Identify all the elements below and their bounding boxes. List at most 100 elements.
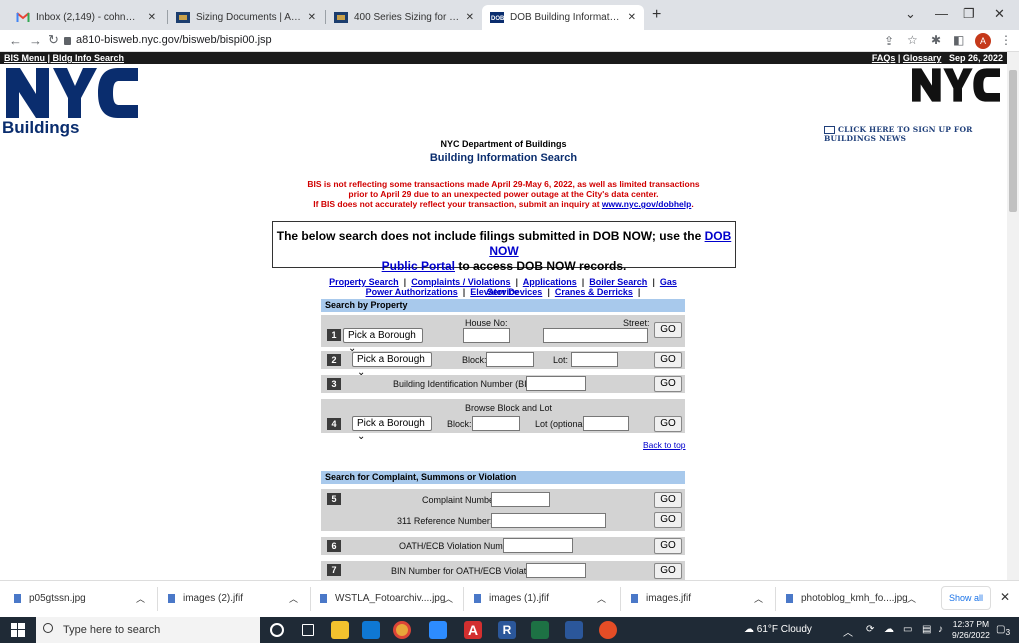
onedrive-icon[interactable]: ☁	[884, 624, 894, 635]
chevron-up-icon[interactable]: ︿	[907, 592, 916, 605]
share-icon[interactable]: ⇪	[884, 34, 894, 48]
boiler-search-link[interactable]: Boiler Search	[589, 277, 647, 287]
ref311-input[interactable]	[491, 513, 606, 528]
nyc-logo[interactable]	[6, 68, 144, 118]
reload-button[interactable]: ↻	[48, 32, 59, 48]
glossary-link[interactable]: Glossary	[903, 53, 942, 63]
chevron-up-icon[interactable]: ︿	[597, 592, 606, 605]
bookmark-star-icon[interactable]: ☆	[907, 33, 918, 47]
row-number: 2	[327, 354, 341, 366]
download-item[interactable]: photoblog_kmh_fo....jpg	[786, 593, 908, 604]
close-icon[interactable]: ✕	[308, 12, 316, 23]
close-icon[interactable]: ✕	[466, 12, 474, 23]
word-icon[interactable]	[565, 621, 583, 639]
power-auth-link[interactable]: Power Authorizations	[366, 287, 458, 297]
dobnow-text-2: to access DOB NOW records.	[454, 259, 627, 273]
taskbar-search[interactable]: Type here to search	[36, 617, 260, 643]
show-all-button[interactable]: Show all	[941, 586, 991, 610]
forward-button[interactable]: →	[29, 33, 42, 48]
zoom-icon[interactable]	[429, 621, 447, 639]
new-tab-button[interactable]: +	[652, 6, 661, 24]
dobhelp-link[interactable]: www.nyc.gov/dobhelp	[602, 199, 691, 209]
sidebar-icon[interactable]: ◧	[953, 33, 964, 47]
bin-oath-input[interactable]	[526, 563, 586, 578]
public-portal-link[interactable]: Public Portal	[382, 259, 455, 273]
lot-input[interactable]	[571, 352, 618, 367]
oath-violation-input[interactable]	[503, 538, 573, 553]
applications-link[interactable]: Applications	[523, 277, 577, 287]
borough-select[interactable]: Pick a Borough ⌄	[352, 416, 432, 442]
sync-icon[interactable]: ⟳	[866, 624, 874, 635]
close-icon[interactable]: ✕	[628, 12, 636, 23]
go-button[interactable]: GO	[654, 538, 682, 554]
remote-icon[interactable]: R	[498, 621, 516, 639]
lot-optional-label: Lot (optional):	[535, 419, 591, 429]
download-item[interactable]: WSTLA_Fotoarchiv....jpg	[320, 593, 445, 604]
borough-select[interactable]: Pick a Borough ⌄	[343, 328, 423, 354]
profile-avatar[interactable]: A	[975, 33, 991, 49]
download-item[interactable]: images (1).jfif	[474, 593, 549, 604]
house-no-input[interactable]	[463, 328, 510, 343]
download-item[interactable]: images (2).jfif	[168, 593, 243, 604]
display-icon[interactable]: ▭	[903, 624, 912, 635]
weather-widget[interactable]: ☁ 61°F Cloudy	[744, 624, 812, 635]
cortana-icon[interactable]	[270, 623, 284, 637]
excel-icon[interactable]	[531, 621, 549, 639]
faqs-link[interactable]: FAQs	[872, 53, 896, 63]
file-explorer-icon[interactable]	[331, 621, 349, 639]
tab-search-button[interactable]: ⌄	[905, 6, 916, 22]
tab-400-series[interactable]: 400 Series Sizing for Casement & ✕	[326, 5, 482, 30]
tab-gmail[interactable]: Inbox (2,149) - cohn@cb8m.com ✕	[8, 5, 164, 30]
complaints-link[interactable]: Complaints / Violations	[411, 277, 510, 287]
minimize-button[interactable]: —	[935, 6, 948, 21]
notification-icon[interactable]: ▢3	[996, 624, 1010, 637]
tab-sizing-documents[interactable]: Sizing Documents | Andersen Wi ✕	[168, 5, 324, 30]
borough-select[interactable]: Pick a Borough ⌄	[352, 352, 432, 378]
block-input[interactable]	[486, 352, 534, 367]
go-button[interactable]: GO	[654, 322, 682, 338]
chevron-up-icon[interactable]: ︿	[444, 592, 453, 605]
lot-input[interactable]	[583, 416, 629, 431]
menu-icon[interactable]: ⋮	[1000, 33, 1012, 47]
task-view-icon[interactable]	[302, 624, 314, 636]
go-button[interactable]: GO	[654, 563, 682, 579]
system-clock[interactable]: 12:37 PM 9/26/2022	[952, 619, 990, 641]
go-button[interactable]: GO	[654, 376, 682, 392]
elevator-link[interactable]: Elevator Devices	[470, 287, 542, 297]
extensions-icon[interactable]: ✱	[931, 33, 941, 47]
window-close-button[interactable]: ✕	[994, 6, 1005, 22]
tray-chevron-icon[interactable]: ︿	[843, 624, 853, 639]
go-button[interactable]: GO	[654, 352, 682, 368]
acrobat-icon[interactable]: A	[464, 621, 482, 639]
url-field[interactable]: a810-bisweb.nyc.gov/bisweb/bispi00.jsp	[76, 34, 272, 46]
outlook-icon[interactable]	[362, 621, 380, 639]
property-search-link[interactable]: Property Search	[329, 277, 399, 287]
go-button[interactable]: GO	[654, 416, 682, 432]
row-number: 4	[327, 418, 341, 430]
bin-input[interactable]	[526, 376, 586, 391]
maximize-button[interactable]: ❐	[963, 6, 975, 22]
close-icon[interactable]: ✕	[148, 12, 156, 23]
chevron-up-icon[interactable]: ︿	[289, 592, 298, 605]
download-item[interactable]: images.jfif	[631, 593, 691, 604]
chrome-icon[interactable]	[393, 621, 411, 639]
go-button[interactable]: GO	[654, 492, 682, 508]
bis-menu-link[interactable]: BIS Menu | Bldg Info Search	[4, 52, 124, 64]
complaint-number-input[interactable]	[491, 492, 550, 507]
close-downloads-icon[interactable]: ✕	[1000, 590, 1010, 604]
tab-dob-search[interactable]: DOB DOB Building Information Search ✕	[482, 5, 644, 30]
go-button[interactable]: GO	[654, 512, 682, 528]
volume-icon[interactable]: ♪	[938, 624, 943, 635]
back-to-top-link[interactable]: Back to top	[643, 440, 686, 450]
app-icon[interactable]	[599, 621, 617, 639]
network-icon[interactable]: ▤	[922, 624, 931, 635]
street-input[interactable]	[543, 328, 648, 343]
tab-title: DOB Building Information Search	[510, 12, 622, 23]
back-button[interactable]: ←	[9, 33, 22, 48]
chevron-up-icon[interactable]: ︿	[136, 592, 145, 605]
windows-start-icon[interactable]	[11, 623, 25, 637]
cranes-link[interactable]: Cranes & Derricks	[555, 287, 633, 297]
block-input[interactable]	[472, 416, 520, 431]
download-item[interactable]: p05gtssn.jpg	[14, 593, 86, 604]
chevron-up-icon[interactable]: ︿	[754, 592, 763, 605]
